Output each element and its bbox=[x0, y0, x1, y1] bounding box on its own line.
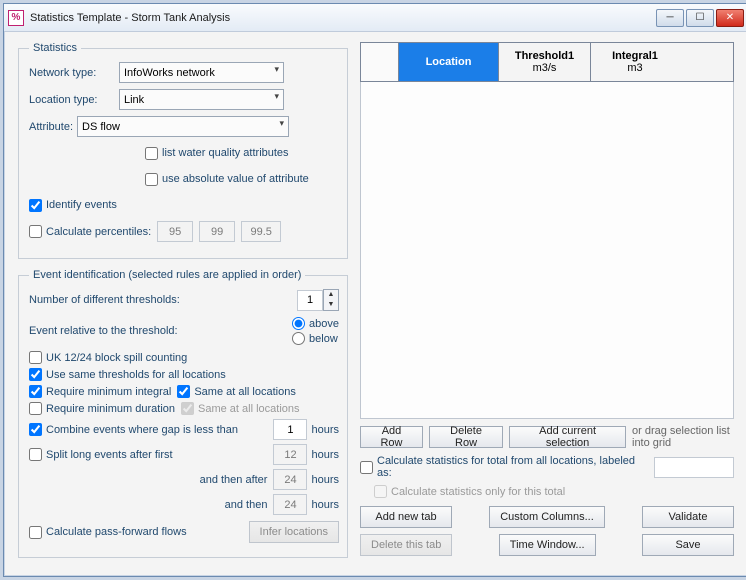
calc-total-only-checkbox: Calculate statistics only for this total bbox=[374, 485, 565, 498]
pct1-input[interactable] bbox=[157, 221, 193, 242]
thresh-count-label: Number of different thresholds: bbox=[29, 294, 297, 306]
titlebar: % Statistics Template - Storm Tank Analy… bbox=[4, 4, 746, 32]
same-thresh-checkbox[interactable]: Use same thresholds for all locations bbox=[29, 368, 226, 381]
list-wq-checkbox[interactable]: list water quality attributes bbox=[145, 147, 289, 160]
maximize-button[interactable]: ☐ bbox=[686, 9, 714, 27]
location-type-select[interactable]: Link bbox=[119, 89, 284, 110]
col-location[interactable]: Location bbox=[399, 43, 499, 81]
add-tab-button[interactable]: Add new tab bbox=[360, 506, 452, 528]
combine-gap-input[interactable] bbox=[273, 419, 307, 440]
same-integral-checkbox[interactable]: Same at all locations bbox=[177, 385, 296, 398]
radio-above[interactable]: above bbox=[292, 317, 339, 330]
attribute-select[interactable]: DS flow bbox=[77, 116, 289, 137]
add-selection-button[interactable]: Add current selection bbox=[509, 426, 626, 448]
delete-tab-button: Delete this tab bbox=[360, 534, 452, 556]
use-abs-checkbox[interactable]: use absolute value of attribute bbox=[145, 173, 309, 186]
req-min-duration-checkbox[interactable]: Require minimum duration bbox=[29, 402, 175, 415]
calc-total-checkbox[interactable]: Calculate statistics for total from all … bbox=[360, 455, 648, 479]
pct2-input[interactable] bbox=[199, 221, 235, 242]
combine-events-checkbox[interactable]: Combine events where gap is less than bbox=[29, 423, 273, 436]
save-button[interactable]: Save bbox=[642, 534, 734, 556]
split2-input[interactable] bbox=[273, 469, 307, 490]
split1-input[interactable] bbox=[273, 444, 307, 465]
dialog-window: % Statistics Template - Storm Tank Analy… bbox=[3, 3, 746, 577]
location-type-label: Location type: bbox=[29, 94, 119, 106]
drag-hint: or drag selection list into grid bbox=[632, 425, 734, 449]
attribute-label: Attribute: bbox=[29, 121, 73, 133]
split3-input[interactable] bbox=[273, 494, 307, 515]
relative-label: Event relative to the threshold: bbox=[29, 325, 292, 337]
grid-body[interactable] bbox=[360, 82, 734, 419]
pct3-input[interactable] bbox=[241, 221, 281, 242]
split-events-checkbox[interactable]: Split long events after first bbox=[29, 448, 273, 461]
infer-locations-button: Infer locations bbox=[249, 521, 339, 543]
validate-button[interactable]: Validate bbox=[642, 506, 734, 528]
total-label-input[interactable] bbox=[654, 457, 734, 478]
delete-row-button[interactable]: Delete Row bbox=[429, 426, 503, 448]
calc-percentiles-checkbox[interactable]: Calculate percentiles: bbox=[29, 225, 151, 238]
grid-header: Location Threshold1m3/s Integral1m3 bbox=[360, 42, 734, 82]
time-window-button[interactable]: Time Window... bbox=[499, 534, 596, 556]
network-type-select[interactable]: InfoWorks network bbox=[119, 62, 284, 83]
col-integral1[interactable]: Integral1m3 bbox=[591, 43, 679, 81]
window-title: Statistics Template - Storm Tank Analysi… bbox=[30, 12, 656, 24]
close-button[interactable]: ✕ bbox=[716, 9, 744, 27]
uk-block-checkbox[interactable]: UK 12/24 block spill counting bbox=[29, 351, 187, 364]
thresh-count-spinner[interactable]: ▲▼ bbox=[297, 289, 339, 311]
grid-corner bbox=[361, 43, 399, 81]
pass-forward-checkbox[interactable]: Calculate pass-forward flows bbox=[29, 526, 249, 539]
identify-events-checkbox[interactable]: Identify events bbox=[29, 199, 117, 212]
statistics-group: Statistics Network type: InfoWorks netwo… bbox=[18, 42, 348, 259]
app-icon: % bbox=[8, 10, 24, 26]
minimize-button[interactable]: ─ bbox=[656, 9, 684, 27]
custom-columns-button[interactable]: Custom Columns... bbox=[489, 506, 605, 528]
event-id-group: Event identification (selected rules are… bbox=[18, 269, 348, 558]
same-duration-checkbox: Same at all locations bbox=[181, 402, 300, 415]
req-min-integral-checkbox[interactable]: Require minimum integral bbox=[29, 385, 171, 398]
add-row-button[interactable]: Add Row bbox=[360, 426, 423, 448]
radio-below[interactable]: below bbox=[292, 332, 339, 345]
network-type-label: Network type: bbox=[29, 67, 119, 79]
col-threshold1[interactable]: Threshold1m3/s bbox=[499, 43, 591, 81]
